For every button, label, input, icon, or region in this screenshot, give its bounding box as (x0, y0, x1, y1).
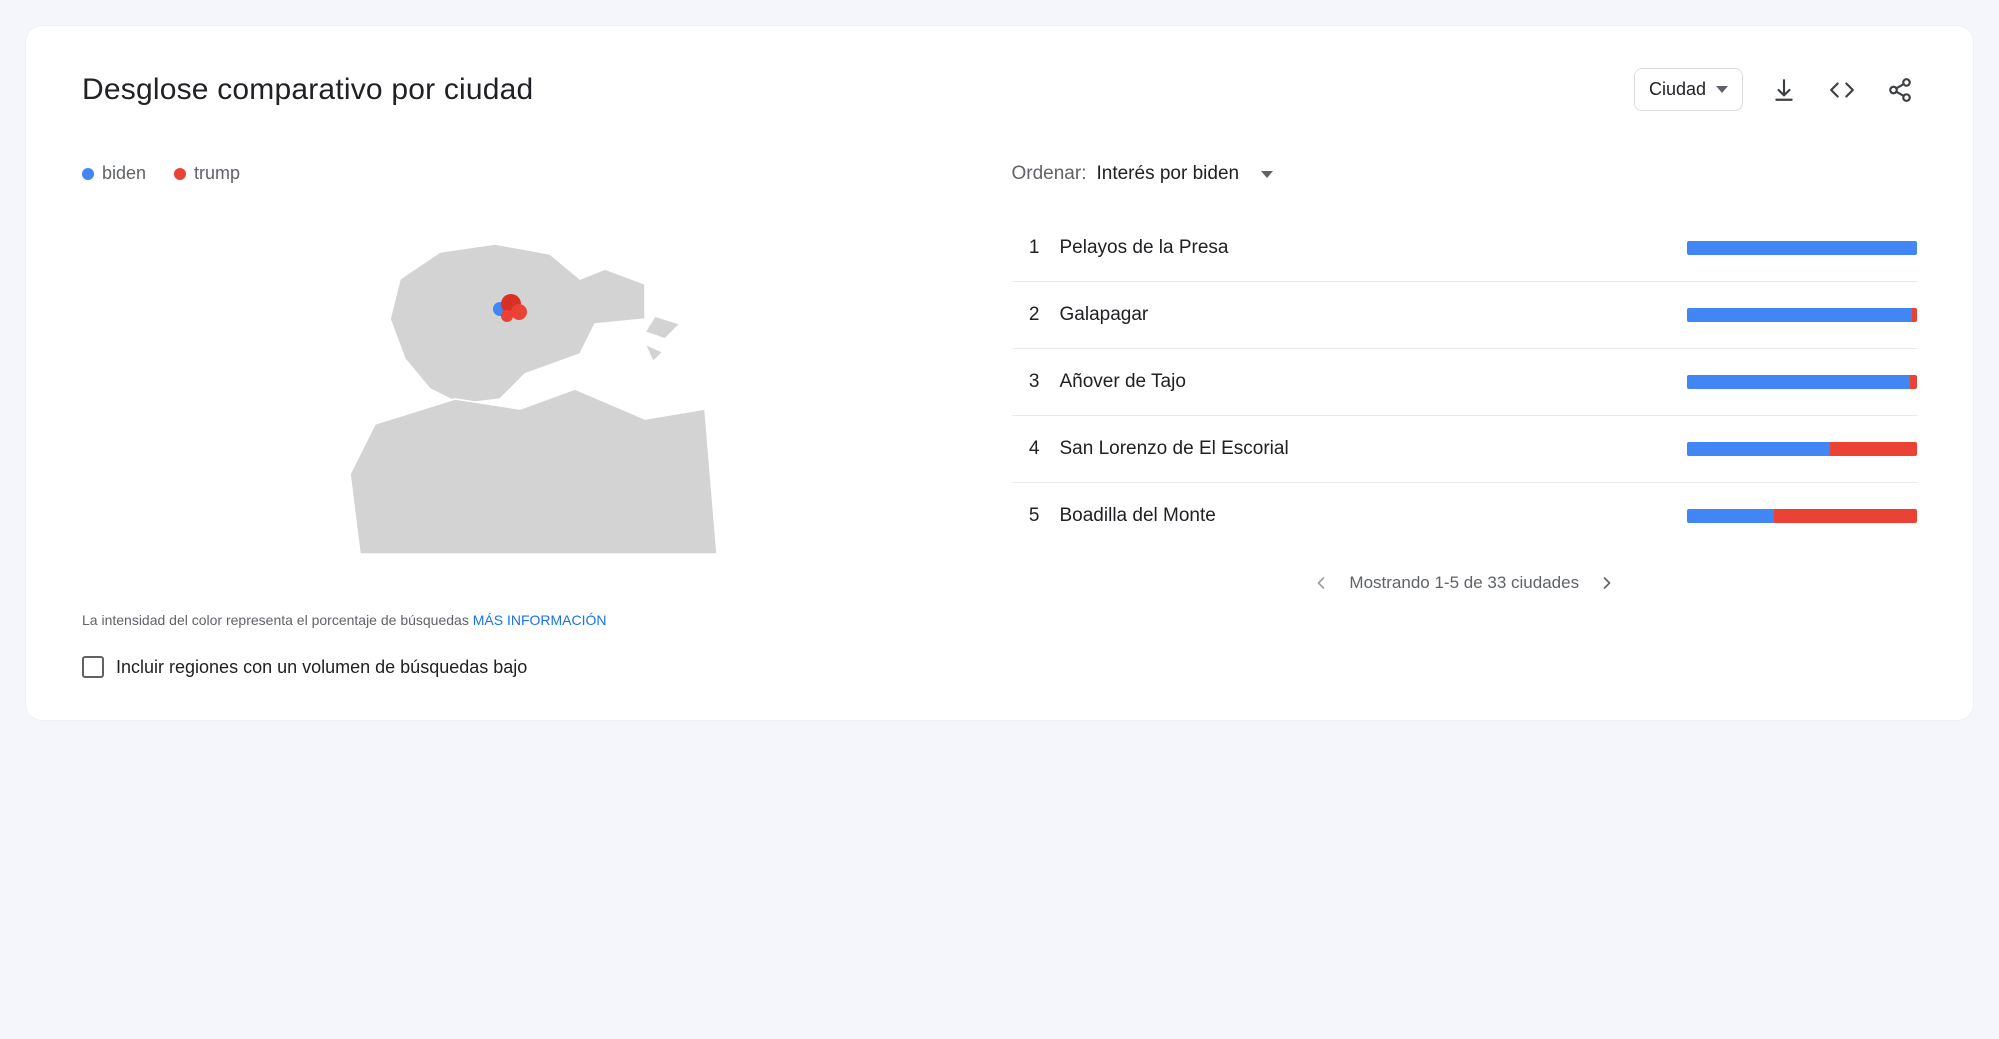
map-svg (345, 224, 725, 554)
city-bar-blue (1687, 241, 1917, 255)
scope-dropdown-label: Ciudad (1649, 79, 1706, 100)
compared-breakdown-card: Desglose comparativo por ciudad Ciudad b… (26, 26, 1973, 720)
more-info-link[interactable]: MÁS INFORMACIÓN (473, 612, 607, 628)
footnote: La intensidad del color representa el po… (82, 612, 988, 628)
header-actions: Ciudad (1634, 68, 1917, 111)
legend-label-trump: trump (194, 163, 240, 183)
pager: Mostrando 1-5 de 33 ciudades (1012, 573, 1918, 593)
card-header: Desglose comparativo por ciudad Ciudad (82, 68, 1917, 111)
download-button[interactable] (1767, 73, 1801, 107)
city-row[interactable]: 3 Añover de Tajo (1012, 349, 1918, 416)
map-container[interactable] (82, 224, 988, 554)
legend-dot-red (174, 168, 186, 180)
checkbox-label: Incluir regiones con un volumen de búsqu… (116, 657, 527, 678)
city-bar (1687, 442, 1917, 456)
city-name: Boadilla del Monte (1060, 505, 1668, 527)
city-bar-red (1912, 308, 1917, 322)
legend-label-biden: biden (102, 163, 146, 183)
city-row[interactable]: 4 San Lorenzo de El Escorial (1012, 416, 1918, 483)
pager-text: Mostrando 1-5 de 33 ciudades (1349, 573, 1579, 593)
card-content: biden trump (82, 163, 1917, 678)
city-bar-blue (1687, 375, 1910, 389)
city-bar (1687, 509, 1917, 523)
city-rank: 3 (1012, 371, 1040, 393)
sort-dropdown[interactable]: Ordenar: Interés por biden (1012, 163, 1918, 185)
city-rank: 1 (1012, 237, 1040, 259)
city-bar (1687, 241, 1917, 255)
pager-next[interactable] (1597, 573, 1617, 593)
city-row[interactable]: 5 Boadilla del Monte (1012, 483, 1918, 549)
chevron-right-icon (1597, 573, 1617, 593)
map-marker-red-3 (501, 310, 513, 322)
sort-label: Ordenar: (1012, 163, 1087, 185)
card-title: Desglose comparativo por ciudad (82, 73, 533, 107)
chevron-down-icon (1716, 86, 1728, 93)
city-bar (1687, 375, 1917, 389)
legend-item-biden: biden (82, 163, 146, 184)
map-marker-red-2 (511, 304, 527, 320)
city-name: Galapagar (1060, 304, 1668, 326)
city-row[interactable]: 2 Galapagar (1012, 282, 1918, 349)
code-icon (1829, 77, 1855, 103)
city-bar (1687, 308, 1917, 322)
city-bar-red (1830, 442, 1917, 456)
city-list: 1 Pelayos de la Presa 2 Galapagar 3 Añover de… (1012, 215, 1918, 549)
city-bar-red (1774, 509, 1917, 523)
share-icon (1887, 77, 1913, 103)
city-bar-blue (1687, 509, 1774, 523)
legend: biden trump (82, 163, 988, 184)
low-volume-checkbox[interactable]: Incluir regiones con un volumen de búsqu… (82, 656, 988, 678)
chevron-left-icon (1311, 573, 1331, 593)
city-name: Añover de Tajo (1060, 371, 1668, 393)
city-bar-blue (1687, 308, 1912, 322)
legend-dot-blue (82, 168, 94, 180)
sort-value: Interés por biden (1096, 163, 1239, 185)
share-button[interactable] (1883, 73, 1917, 107)
city-bar-blue (1687, 442, 1830, 456)
city-row[interactable]: 1 Pelayos de la Presa (1012, 215, 1918, 282)
city-rank: 5 (1012, 505, 1040, 527)
city-rank: 4 (1012, 438, 1040, 460)
city-name: Pelayos de la Presa (1060, 237, 1668, 259)
city-bar-red (1910, 375, 1917, 389)
legend-item-trump: trump (174, 163, 240, 184)
left-panel: biden trump (82, 163, 988, 678)
checkbox-box (82, 656, 104, 678)
embed-button[interactable] (1825, 73, 1859, 107)
pager-prev[interactable] (1311, 573, 1331, 593)
scope-dropdown[interactable]: Ciudad (1634, 68, 1743, 111)
chevron-down-icon (1261, 171, 1273, 178)
city-rank: 2 (1012, 304, 1040, 326)
city-name: San Lorenzo de El Escorial (1060, 438, 1668, 460)
footnote-text: La intensidad del color representa el po… (82, 612, 473, 628)
download-icon (1771, 77, 1797, 103)
right-panel: Ordenar: Interés por biden 1 Pelayos de l… (1012, 163, 1918, 678)
